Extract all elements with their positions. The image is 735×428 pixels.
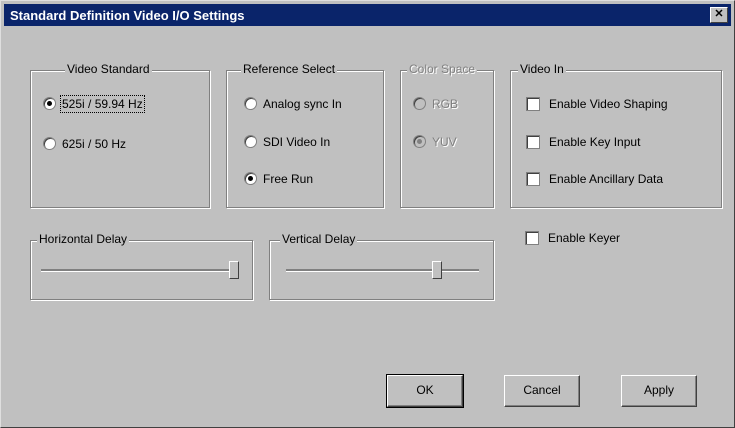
radio-yuv-indicator bbox=[413, 135, 426, 149]
radio-free-run[interactable]: Free Run bbox=[244, 171, 313, 186]
checkbox-enable-key-input-label: Enable Key Input bbox=[549, 134, 641, 149]
video-standard-label: Video Standard bbox=[65, 62, 152, 76]
settings-dialog: Standard Definition Video I/O Settings ✕… bbox=[0, 0, 735, 428]
horizontal-delay-slider-thumb[interactable] bbox=[229, 261, 239, 279]
radio-analog-sync-in[interactable]: Analog sync In bbox=[244, 96, 342, 111]
radio-yuv: YUV bbox=[413, 134, 457, 149]
title-bar[interactable]: Standard Definition Video I/O Settings ✕ bbox=[4, 4, 731, 26]
radio-rgb-label: RGB bbox=[432, 96, 459, 111]
radio-525i[interactable]: 525i / 59.94 Hz bbox=[43, 94, 145, 113]
horizontal-delay-label: Horizontal Delay bbox=[37, 232, 130, 246]
color-space-label: Color Space bbox=[407, 62, 478, 76]
radio-625i[interactable]: 625i / 50 Hz bbox=[43, 136, 126, 151]
checkbox-enable-video-shaping[interactable]: Enable Video Shaping bbox=[526, 96, 668, 111]
close-icon[interactable]: ✕ bbox=[710, 7, 728, 23]
radio-analog-sync-in-indicator[interactable] bbox=[244, 97, 257, 111]
radio-analog-sync-in-label: Analog sync In bbox=[263, 96, 342, 111]
checkbox-enable-video-shaping-label: Enable Video Shaping bbox=[549, 96, 668, 111]
video-in-label: Video In bbox=[518, 62, 566, 76]
radio-525i-label: 525i / 59.94 Hz bbox=[60, 94, 145, 113]
radio-625i-label: 625i / 50 Hz bbox=[62, 136, 127, 151]
checkbox-enable-key-input-box[interactable] bbox=[526, 134, 540, 149]
vertical-delay-slider-thumb[interactable] bbox=[432, 261, 443, 279]
radio-sdi-video-in[interactable]: SDI Video In bbox=[244, 134, 330, 149]
checkbox-enable-keyer-box[interactable] bbox=[525, 230, 539, 245]
radio-yuv-label: YUV bbox=[432, 134, 457, 149]
window-title: Standard Definition Video I/O Settings bbox=[10, 8, 245, 23]
checkbox-enable-ancillary-data-box[interactable] bbox=[526, 171, 540, 186]
ok-button[interactable]: OK bbox=[386, 374, 464, 408]
color-space-group: Color Space RGB YUV bbox=[400, 62, 494, 208]
radio-free-run-indicator[interactable] bbox=[244, 172, 257, 186]
apply-button[interactable]: Apply bbox=[621, 375, 697, 407]
checkbox-enable-video-shaping-box[interactable] bbox=[526, 96, 540, 111]
radio-525i-indicator[interactable] bbox=[43, 97, 56, 111]
checkbox-enable-keyer[interactable]: Enable Keyer bbox=[525, 230, 620, 245]
horizontal-delay-group: Horizontal Delay bbox=[30, 232, 253, 300]
checkbox-enable-ancillary-data[interactable]: Enable Ancillary Data bbox=[526, 171, 663, 186]
video-in-group: Video In Enable Video Shaping Enable Key… bbox=[510, 62, 722, 208]
vertical-delay-track[interactable] bbox=[286, 269, 479, 272]
video-standard-group: Video Standard 525i / 59.94 Hz 625i / 50… bbox=[30, 62, 210, 208]
reference-select-label: Reference Select bbox=[241, 62, 338, 76]
radio-rgb-indicator bbox=[413, 97, 426, 111]
radio-sdi-video-in-indicator[interactable] bbox=[244, 135, 257, 149]
radio-625i-indicator[interactable] bbox=[43, 137, 56, 151]
horizontal-delay-track[interactable] bbox=[41, 269, 239, 272]
cancel-button[interactable]: Cancel bbox=[504, 375, 580, 407]
radio-sdi-video-in-label: SDI Video In bbox=[263, 134, 331, 149]
checkbox-enable-key-input[interactable]: Enable Key Input bbox=[526, 134, 640, 149]
radio-rgb: RGB bbox=[413, 96, 458, 111]
vertical-delay-group: Vertical Delay bbox=[269, 232, 494, 300]
vertical-delay-label: Vertical Delay bbox=[280, 232, 358, 246]
reference-select-group: Reference Select Analog sync In SDI Vide… bbox=[226, 62, 384, 208]
checkbox-enable-keyer-label: Enable Keyer bbox=[548, 230, 621, 245]
radio-free-run-label: Free Run bbox=[263, 171, 314, 186]
checkbox-enable-ancillary-data-label: Enable Ancillary Data bbox=[549, 171, 664, 186]
